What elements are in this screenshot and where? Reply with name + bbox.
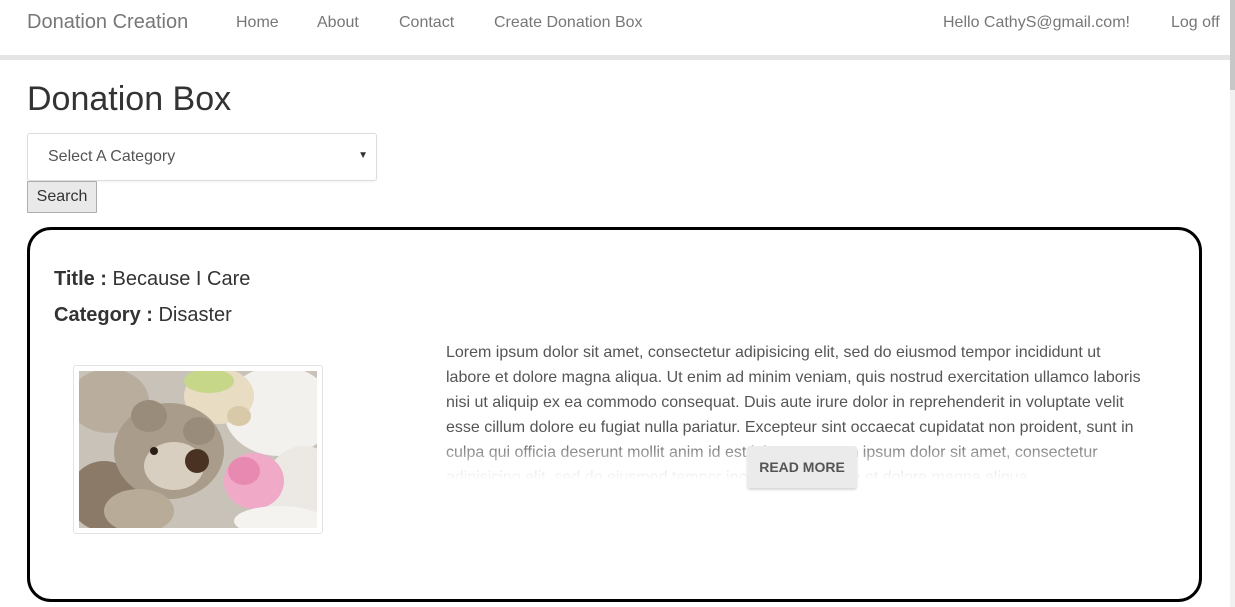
title-value: Because I Care	[112, 268, 251, 290]
user-greeting-link[interactable]: Hello CathyS@gmail.com!	[943, 14, 1130, 32]
brand-link[interactable]: Donation Creation	[27, 11, 188, 34]
category-label: Category :	[54, 304, 153, 326]
search-button[interactable]: Search	[27, 181, 97, 213]
navbar: Donation Creation Home About Contact Cre…	[0, 0, 1230, 60]
donation-category-row: Category : Disaster	[54, 304, 232, 327]
caret-down-icon: ▼	[358, 150, 368, 161]
category-select[interactable]: Select A Category ▼	[27, 133, 377, 181]
page-title: Donation Box	[27, 80, 232, 118]
nav-link-contact[interactable]: Contact	[399, 14, 454, 32]
category-select-value: Select A Category	[48, 148, 176, 165]
teddy-bears-photo	[79, 371, 317, 528]
donation-card: Title : Because I Care Category : Disast…	[27, 227, 1202, 602]
scrollbar[interactable]	[1230, 0, 1235, 607]
nav-link-about[interactable]: About	[317, 14, 359, 32]
read-more-button[interactable]: READ MORE	[747, 446, 857, 488]
scrollbar-thumb[interactable]	[1230, 0, 1235, 90]
nav-link-create-donation-box[interactable]: Create Donation Box	[494, 14, 643, 32]
nav-link-home[interactable]: Home	[236, 14, 279, 32]
donation-image	[73, 365, 323, 534]
logoff-link[interactable]: Log off	[1171, 14, 1220, 32]
donation-title-row: Title : Because I Care	[54, 268, 250, 291]
title-label: Title :	[54, 268, 107, 290]
category-value: Disaster	[158, 304, 232, 326]
